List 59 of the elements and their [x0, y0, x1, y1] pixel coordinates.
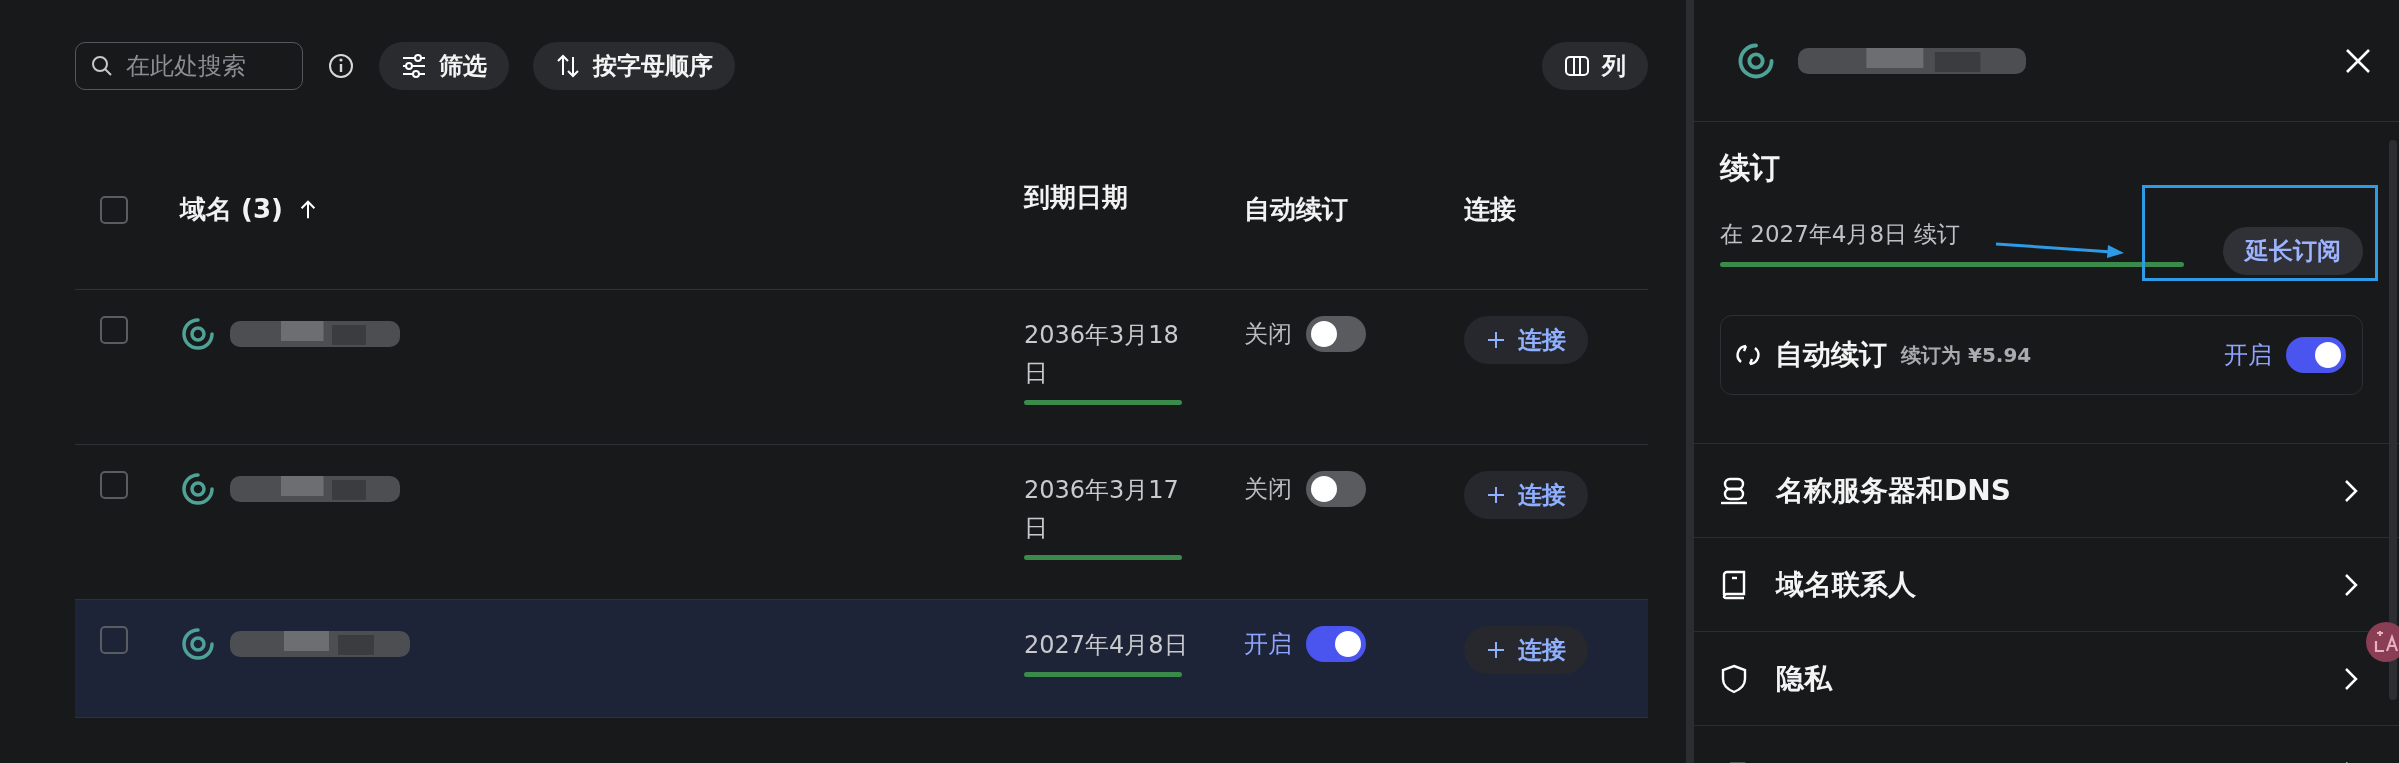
menu-item-label: 名称服务器和DNS [1776, 472, 2011, 509]
toggle-label: 关闭 [1244, 319, 1292, 350]
chevron-right-icon [2343, 665, 2359, 692]
plus-icon [1486, 330, 1506, 350]
auto-renew-label: 自动续订 [1775, 337, 1887, 373]
table-row[interactable]: 2036年3月17日 关闭 连接 [75, 445, 1648, 600]
domain-icon [180, 626, 216, 662]
auto-renew-toggle[interactable] [1306, 316, 1366, 352]
search-field[interactable]: 在此处搜索 [75, 42, 303, 90]
translate-icon[interactable] [2366, 622, 2399, 662]
expiry-date: 2027年4月8日 [1024, 630, 1189, 661]
table-row[interactable]: 2036年3月18日 关闭 连接 [75, 290, 1648, 445]
row-checkbox[interactable] [100, 316, 128, 344]
sort-button[interactable]: 按字母顺序 [533, 42, 735, 90]
chevron-right-icon [2343, 571, 2359, 598]
column-header: 连接 [1464, 193, 1517, 226]
extend-subscription-button[interactable]: 延长订阅 [2223, 227, 2363, 275]
expiry-date: 2036年3月18日 [1024, 320, 1180, 389]
column-header: 到期日期 [1024, 181, 1129, 214]
toggle-label: 开启 [2224, 340, 2272, 371]
column-header: 自动续订 [1244, 193, 1349, 226]
connect-button[interactable]: 连接 [1464, 471, 1588, 519]
connect-button[interactable]: 连接 [1464, 626, 1588, 674]
scrollbar[interactable] [2389, 140, 2397, 700]
auto-renew-toggle[interactable] [1306, 471, 1366, 507]
plus-icon [1486, 640, 1506, 660]
sliders-icon [401, 54, 427, 78]
select-all-checkbox[interactable] [100, 195, 128, 224]
server-icon [1720, 475, 1748, 506]
shield-icon [1720, 663, 1748, 694]
auto-renew-toggle[interactable] [2286, 337, 2346, 373]
domain-icon [180, 316, 216, 352]
refresh-icon [1735, 342, 1761, 368]
columns-button[interactable]: 列 [1542, 42, 1648, 90]
menu-item-label: 隐私 [1776, 660, 1832, 697]
filter-button[interactable]: 筛选 [379, 42, 509, 90]
renewal-price: 续订为 ¥5.94 [1901, 341, 2032, 369]
row-checkbox[interactable] [100, 626, 128, 654]
row-checkbox[interactable] [100, 471, 128, 499]
connect-button[interactable]: 连接 [1464, 316, 1588, 364]
info-icon[interactable] [327, 52, 355, 80]
columns-icon [1564, 54, 1590, 78]
domain-icon [180, 471, 216, 507]
toggle-label: 开启 [1244, 629, 1292, 660]
search-icon [91, 55, 113, 77]
sort-icon [555, 53, 581, 79]
renewal-date-text: 在 2027年4月8日 续订 [1720, 220, 1961, 249]
toggle-label: 关闭 [1244, 474, 1292, 505]
auto-renew-toggle[interactable] [1306, 626, 1366, 662]
expiry-date: 2036年3月17日 [1024, 475, 1180, 544]
book-icon [1720, 569, 1748, 600]
menu-item-label: 域名联系人 [1776, 566, 1916, 603]
table-row[interactable]: 2027年4月8日 开启 连接 [75, 600, 1648, 718]
column-header[interactable]: 域名 (3) [180, 192, 283, 227]
chevron-right-icon [2343, 477, 2359, 504]
close-icon [2345, 47, 2371, 74]
section-title: 续订 [1720, 149, 1781, 187]
plus-icon [1486, 485, 1506, 505]
close-button[interactable] [2345, 47, 2371, 74]
